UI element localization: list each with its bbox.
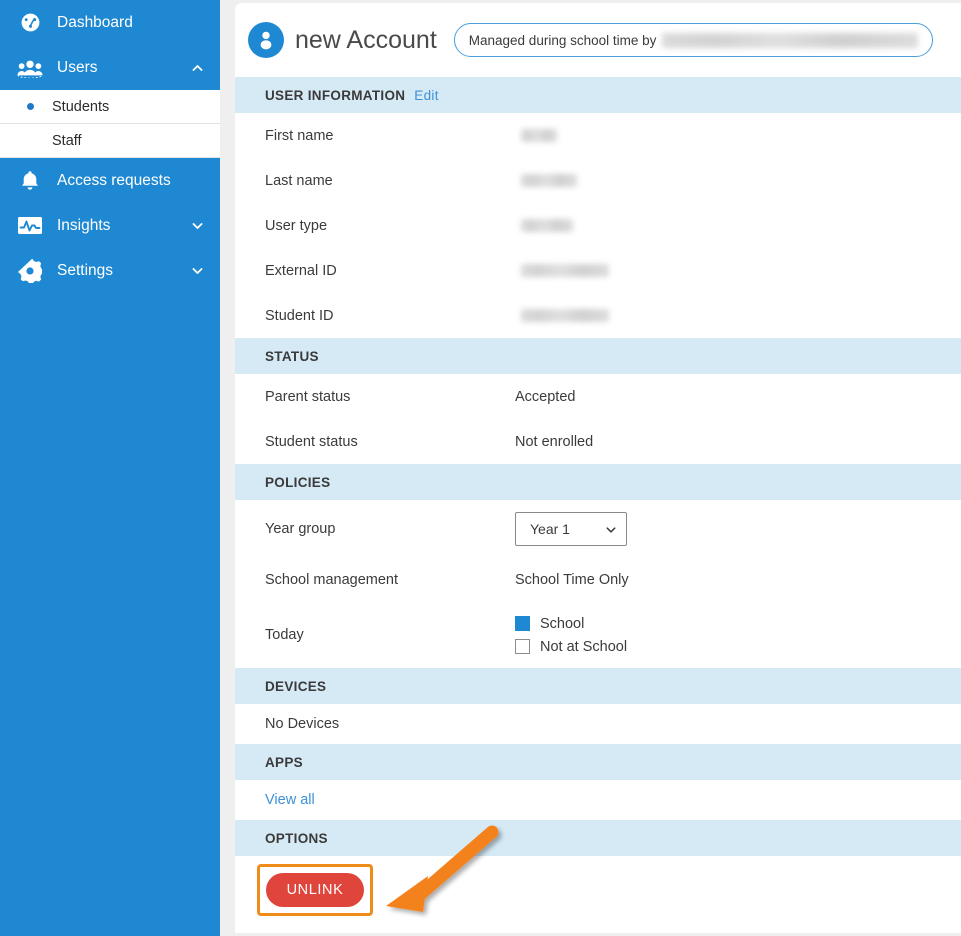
section-title: APPS xyxy=(265,754,303,770)
section-header-options: OPTIONS xyxy=(235,820,961,856)
selected-dot-icon xyxy=(27,103,34,110)
devices-empty-row: No Devices xyxy=(235,704,961,744)
row-label: User type xyxy=(265,217,328,234)
managed-by-label: Managed during school time by xyxy=(468,32,657,48)
sidebar-item-label: Users xyxy=(57,58,98,76)
first-name-value-redacted xyxy=(521,129,557,142)
dashboard-icon xyxy=(14,9,46,37)
external-id-value-redacted xyxy=(521,264,609,277)
year-group-select[interactable]: Year 1 xyxy=(515,511,627,546)
selected-dot-placeholder-icon xyxy=(27,137,34,144)
student-id-value-redacted xyxy=(521,309,609,322)
row-parent-status: Parent status Accepted xyxy=(235,374,961,419)
callout-highlight-box: UNLINK xyxy=(257,864,373,916)
row-today: Today School Not at School xyxy=(235,602,961,668)
managed-by-organization-redacted xyxy=(662,32,918,48)
today-option-label: School xyxy=(540,615,585,632)
section-header-devices: DEVICES xyxy=(235,668,961,704)
today-option-not-at-school[interactable]: Not at School xyxy=(515,639,627,655)
devices-empty-text: No Devices xyxy=(265,716,340,732)
sidebar-item-label: Settings xyxy=(57,261,114,279)
section-header-status: STATUS xyxy=(235,338,961,374)
parent-status-value: Accepted xyxy=(515,388,576,405)
chevron-down-icon[interactable] xyxy=(191,219,204,232)
today-option-list: School Not at School xyxy=(515,616,627,655)
checkbox-checked-icon[interactable] xyxy=(515,616,530,631)
school-management-value: School Time Only xyxy=(515,571,629,588)
account-header: new Account Managed during school time b… xyxy=(235,3,961,77)
row-year-group: Year group Year 1 xyxy=(235,500,961,557)
row-user-type: User type xyxy=(235,203,961,248)
row-label: Parent status xyxy=(265,388,351,405)
row-school-management: School management School Time Only xyxy=(235,557,961,602)
view-all-apps-link[interactable]: View all xyxy=(265,792,315,808)
section-title: USER INFORMATION xyxy=(265,87,406,103)
chevron-up-icon[interactable] xyxy=(191,61,204,74)
gear-icon xyxy=(14,257,46,285)
sidebar-item-students[interactable]: Students xyxy=(0,90,220,124)
sidebar-item-staff[interactable]: Staff xyxy=(0,124,220,158)
sidebar-item-users[interactable]: Users xyxy=(0,45,220,90)
managed-by-pill: Managed during school time by xyxy=(453,23,933,57)
year-group-selected-value: Year 1 xyxy=(530,520,570,537)
sidebar-item-dashboard[interactable]: Dashboard xyxy=(0,0,220,45)
section-title: OPTIONS xyxy=(265,830,328,846)
row-label: First name xyxy=(265,127,334,144)
row-external-id: External ID xyxy=(235,248,961,293)
checkbox-unchecked-icon[interactable] xyxy=(515,639,530,654)
unlink-button[interactable]: UNLINK xyxy=(266,873,364,907)
today-option-label: Not at School xyxy=(540,638,628,655)
app-root: Dashboard Users Students Staff Access re… xyxy=(0,0,961,936)
sidebar-item-insights[interactable]: Insights xyxy=(0,203,220,248)
apps-view-all-row: View all xyxy=(235,780,961,820)
row-label: Student status xyxy=(265,433,358,450)
row-first-name: First name xyxy=(235,113,961,158)
sidebar-subitem-label: Students xyxy=(52,98,110,115)
chevron-down-icon xyxy=(605,523,617,535)
section-header-user-information: USER INFORMATION Edit xyxy=(235,77,961,113)
row-label: Year group xyxy=(265,520,336,537)
chevron-down-icon[interactable] xyxy=(191,264,204,277)
row-label: Student ID xyxy=(265,307,334,324)
sidebar-item-label: Insights xyxy=(57,216,111,234)
row-label: External ID xyxy=(265,262,337,279)
section-title: DEVICES xyxy=(265,678,327,694)
row-student-status: Student status Not enrolled xyxy=(235,419,961,464)
section-title: POLICIES xyxy=(265,474,331,490)
row-last-name: Last name xyxy=(235,158,961,203)
sidebar-item-access-requests[interactable]: Access requests xyxy=(0,158,220,203)
account-detail-card: new Account Managed during school time b… xyxy=(235,3,961,933)
today-option-school[interactable]: School xyxy=(515,616,627,632)
sidebar-item-label: Dashboard xyxy=(57,13,133,31)
row-label: Today xyxy=(265,627,304,643)
user-type-value-redacted xyxy=(521,219,573,232)
section-header-policies: POLICIES xyxy=(235,464,961,500)
student-status-value: Not enrolled xyxy=(515,433,594,450)
last-name-value-redacted xyxy=(521,174,577,187)
edit-user-information-link[interactable]: Edit xyxy=(414,88,438,103)
user-avatar-icon xyxy=(248,22,284,58)
row-label: Last name xyxy=(265,172,333,189)
section-title: STATUS xyxy=(265,348,319,364)
users-icon xyxy=(14,54,46,82)
sidebar-item-settings[interactable]: Settings xyxy=(0,248,220,293)
sidebar-item-label: Access requests xyxy=(57,171,171,189)
insights-icon xyxy=(14,212,46,240)
row-label: School management xyxy=(265,571,398,588)
sidebar-subitem-label: Staff xyxy=(52,132,82,149)
sidebar: Dashboard Users Students Staff Access re… xyxy=(0,0,220,936)
row-student-id: Student ID xyxy=(235,293,961,338)
bell-icon xyxy=(14,167,46,195)
options-body: UNLINK xyxy=(235,856,961,918)
page-title: new Account xyxy=(295,25,437,54)
section-header-apps: APPS xyxy=(235,744,961,780)
